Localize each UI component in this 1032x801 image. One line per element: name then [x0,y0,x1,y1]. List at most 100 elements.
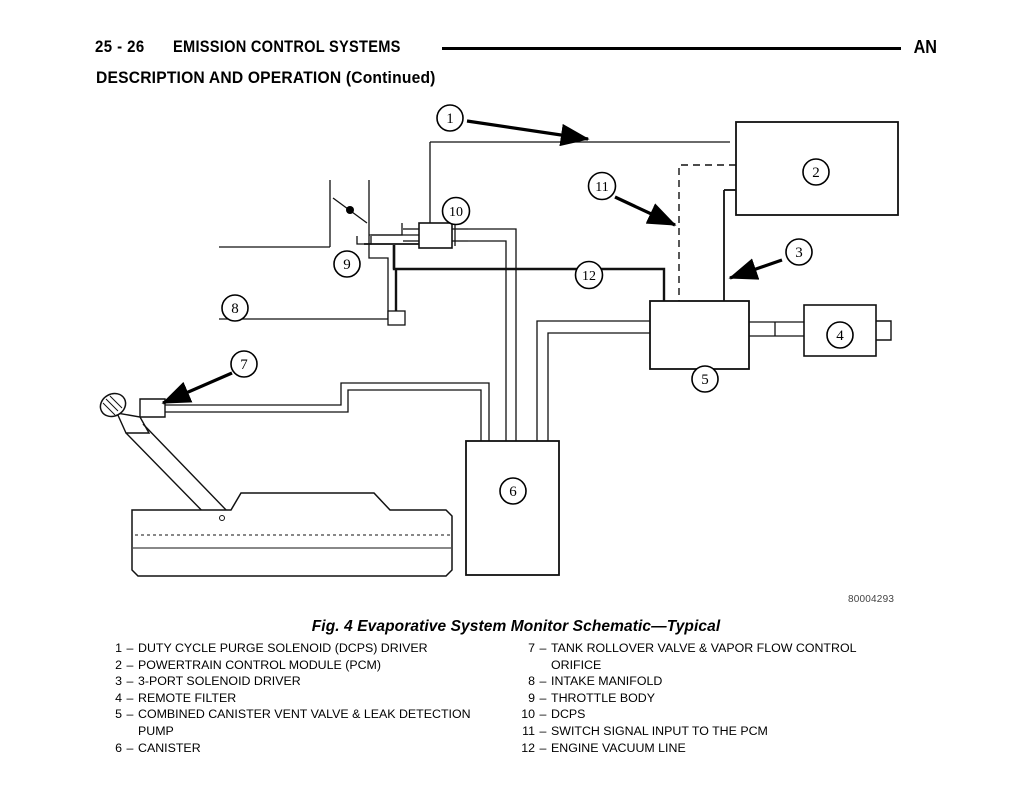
page-folio: 25 - 26 [95,37,145,56]
engine-vacuum-line [392,245,666,301]
legend-label-line2: ORIFICE [551,657,602,672]
legend-item: 5 – COMBINED CANISTER VENT VALVE & LEAK … [100,706,500,739]
callout-10: 10 [441,196,471,226]
legend-number: 9 [528,690,535,705]
legend-label-line1: COMBINED CANISTER VENT VALVE & LEAK DETE… [138,707,471,722]
canister-box [465,440,560,576]
ldp-canister-hose-inner [547,332,650,441]
ldp-vent-valve-box [649,300,750,370]
callout-11-label: 11 [595,180,608,195]
dcps-solenoid-body [418,222,453,249]
legend-dash: – [126,674,134,689]
rollover-valve-body [139,398,166,418]
callout-2: 2 [802,158,830,186]
legend-item: 9 – THROTTLE BODY [513,690,913,707]
legend-number: 8 [528,674,535,689]
figure-caption: Fig. 4 Evaporative System Monitor Schema… [311,618,721,635]
callout-12-label: 12 [582,269,596,284]
legend-item: 6 – CANISTER [100,740,500,757]
legend-number: 3 [115,674,122,689]
tank-vapor-line-lower [160,389,482,441]
legend-item: 2 – POWERTRAIN CONTROL MODULE (PCM) [100,657,500,674]
callout-5-label: 5 [701,372,709,388]
callout-1-label: 1 [446,111,454,127]
throttle-body-step [369,223,403,236]
legend-item: 10 – DCPS [513,706,913,723]
legend-label: 3-PORT SOLENOID DRIVER [138,674,301,689]
canister-purge-hose-outer [468,228,517,441]
callout-8: 8 [221,294,249,322]
canister-purge-hose-inner [468,240,507,441]
legend-item: 3 – 3-PORT SOLENOID DRIVER [100,673,500,690]
legend-label: POWERTRAIN CONTROL MODULE (PCM) [138,657,382,672]
section-heading: DESCRIPTION AND OPERATION (Continued) [96,68,436,87]
legend-dash: – [126,641,134,655]
legend-label: DCPS [551,707,586,722]
callout-8-label: 8 [231,301,239,317]
legend-dash: – [126,740,134,755]
page-header: 25 - 26 EMISSION CONTROL SYSTEMS AN [0,32,1032,62]
callout-5: 5 [691,365,719,393]
leader-arrow-1 [466,119,590,147]
legend-label-line2: PUMP [138,723,174,738]
legend-item: 11 – SWITCH SIGNAL INPUT TO THE PCM [513,723,913,740]
legend-label: INTAKE MANIFOLD [551,674,663,689]
callout-2-label: 2 [812,165,820,181]
callout-4-label: 4 [836,328,844,344]
legend-dash: – [539,740,547,755]
legend-number: 7 [528,641,535,655]
leader-arrow-3 [728,258,783,280]
legend-number: 1 [115,641,122,655]
drawing-number: 80004293 [848,594,895,605]
figure-evaporative-system-schematic: 1 2 3 4 5 6 7 8 9 10 11 12 [0,95,1032,610]
callout-7-label: 7 [240,357,248,373]
header-rule [442,46,901,50]
legend-label: THROTTLE BODY [551,690,655,705]
remote-filter-outlet [876,320,892,341]
schematic-svg: 1 2 3 4 5 6 7 8 9 10 11 12 [99,104,899,577]
legend-number: 11 [522,723,535,738]
header-book-code: AN [913,36,937,57]
callout-11: 11 [587,171,617,201]
callout-9-label: 9 [343,257,351,273]
legend-dash: – [126,707,134,722]
legend-column-right: 7 – TANK ROLLOVER VALVE & VAPOR FLOW CON… [513,640,913,756]
legend-dash: – [126,657,134,672]
callout-7: 7 [230,350,258,378]
legend-item: 8 – INTAKE MANIFOLD [513,673,913,690]
legend-item: 1 – DUTY CYCLE PURGE SOLENOID (DCPS) DRI… [100,640,500,657]
figure-legend: 1 – DUTY CYCLE PURGE SOLENOID (DCPS) DRI… [0,640,1032,760]
legend-dash: – [539,723,547,738]
legend-item: 4 – REMOTE FILTER [100,690,500,707]
legend-dash: – [539,707,547,722]
callout-1: 1 [436,104,464,132]
legend-label-line1: TANK ROLLOVER VALVE & VAPOR FLOW CONTROL [551,641,857,655]
legend-column-left: 1 – DUTY CYCLE PURGE SOLENOID (DCPS) DRI… [100,640,500,756]
callout-6-label: 6 [509,484,517,500]
legend-number: 2 [115,657,122,672]
callout-3: 3 [785,238,813,266]
manifold-vacuum-nipple [387,310,406,326]
legend-number: 6 [115,740,122,755]
callout-12: 12 [574,260,604,290]
legend-label: REMOTE FILTER [138,690,237,705]
switch-signal-wire [678,164,736,303]
legend-item: 12 – ENGINE VACUUM LINE [513,740,913,757]
legend-dash: – [539,641,547,655]
legend-label: SWITCH SIGNAL INPUT TO THE PCM [551,723,768,738]
legend-number: 10 [521,707,535,722]
filler-neck-joint [219,515,225,521]
throttle-shaft [346,206,354,214]
legend-dash: – [539,674,547,689]
legend-number: 4 [115,690,122,705]
legend-item: 7 – TANK ROLLOVER VALVE & VAPOR FLOW CON… [513,640,913,673]
leader-arrow-7 [161,371,233,405]
legend-label: CANISTER [138,740,201,755]
leader-arrow-11 [614,195,677,227]
legend-label: ENGINE VACUUM LINE [551,740,686,755]
legend-number: 12 [521,740,535,755]
legend-dash: – [126,690,134,705]
ldp-canister-hose-outer [536,320,650,441]
filler-neck-tube2 [142,423,230,514]
legend-label: TANK ROLLOVER VALVE & VAPOR FLOW CONTROL… [551,640,856,673]
